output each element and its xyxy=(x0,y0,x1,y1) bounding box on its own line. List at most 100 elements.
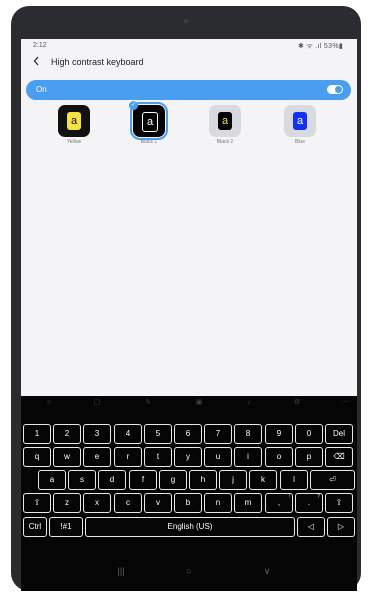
screen: 2:12 ✱ ᯤ .ıl 53%▮ High contrast keyboard… xyxy=(21,39,357,591)
settings-icon[interactable]: ⚙ xyxy=(291,398,303,408)
recents-button[interactable]: ||| xyxy=(111,564,131,578)
home-button[interactable]: ○ xyxy=(179,564,199,578)
key-sym10[interactable]: ⌫ xyxy=(325,447,353,467)
key-r[interactable]: r xyxy=(114,447,142,467)
key-sym3[interactable]: ◁ xyxy=(297,517,325,537)
key-d[interactable]: d xyxy=(98,470,126,490)
key-secondary-label: ? xyxy=(317,494,320,500)
key-9[interactable]: 9 xyxy=(265,424,293,444)
back-button[interactable] xyxy=(33,55,40,71)
key-j[interactable]: j xyxy=(219,470,247,490)
key-label: x xyxy=(95,498,99,507)
key-ctrl[interactable]: Ctrl xyxy=(23,517,47,537)
key-englishus[interactable]: English (US) xyxy=(85,517,295,537)
key-sym4[interactable]: ▷ xyxy=(327,517,355,537)
theme-preview-key: a xyxy=(67,112,81,130)
key-6[interactable]: 6 xyxy=(174,424,202,444)
key-8[interactable]: 8 xyxy=(234,424,262,444)
key-label: q xyxy=(34,452,40,461)
key-y[interactable]: y xyxy=(174,447,202,467)
key-f[interactable]: f xyxy=(129,470,157,490)
key-del[interactable]: Del xyxy=(325,424,353,444)
key-sym9[interactable]: ⏎ xyxy=(310,470,355,490)
key-label: !#1 xyxy=(60,522,72,531)
toggle-switch[interactable] xyxy=(327,85,343,94)
key-5[interactable]: 5 xyxy=(144,424,172,444)
key-e[interactable]: e xyxy=(83,447,111,467)
key-label: y xyxy=(186,452,190,461)
key-sym8[interactable]: ,! xyxy=(265,493,293,513)
key-label: ▷ xyxy=(337,522,345,531)
key-i[interactable]: i xyxy=(234,447,262,467)
key-p[interactable]: p xyxy=(295,447,323,467)
theme-preview-tile: a xyxy=(209,105,241,137)
key-4[interactable]: 4 xyxy=(114,424,142,444)
key-label: i xyxy=(247,452,249,461)
theme-option-yellow[interactable]: a Yellow xyxy=(51,105,97,145)
key-label: English (US) xyxy=(167,522,213,531)
page-title: High contrast keyboard xyxy=(51,57,144,67)
key-m[interactable]: m xyxy=(234,493,262,513)
key-label: ⌫ xyxy=(333,452,345,461)
key-x[interactable]: x xyxy=(83,493,111,513)
key-label: 8 xyxy=(245,429,251,438)
key-label: 3 xyxy=(94,429,100,438)
key-sym9[interactable]: .? xyxy=(295,493,323,513)
key-label: u xyxy=(215,452,221,461)
key-label: 9 xyxy=(276,429,282,438)
key-n[interactable]: n xyxy=(204,493,232,513)
high-contrast-toggle-row[interactable]: On xyxy=(26,80,351,100)
theme-option-label: Black 2 xyxy=(216,139,234,145)
key-c[interactable]: c xyxy=(114,493,142,513)
key-k[interactable]: k xyxy=(249,470,277,490)
key-label: h xyxy=(200,475,206,484)
key-label: j xyxy=(232,475,234,484)
theme-preview-key: a xyxy=(218,112,232,130)
key-0[interactable]: 0 xyxy=(295,424,323,444)
key-b[interactable]: b xyxy=(174,493,202,513)
theme-preview-tile: a xyxy=(284,105,316,137)
key-q[interactable]: q xyxy=(23,447,51,467)
key-label: d xyxy=(109,475,115,484)
key-label: 5 xyxy=(155,429,161,438)
clipboard-icon[interactable]: ▣ xyxy=(193,398,205,408)
app-bar: High contrast keyboard xyxy=(21,55,357,73)
key-1[interactable]: !#1 xyxy=(49,517,83,537)
theme-option-blue[interactable]: a Blue xyxy=(277,105,323,145)
theme-preview-key: a xyxy=(142,112,158,132)
key-3[interactable]: 3 xyxy=(83,424,111,444)
key-label: 4 xyxy=(125,429,131,438)
key-o[interactable]: o xyxy=(265,447,293,467)
key-u[interactable]: u xyxy=(204,447,232,467)
key-label: . xyxy=(307,498,311,507)
key-h[interactable]: h xyxy=(189,470,217,490)
key-s[interactable]: s xyxy=(68,470,96,490)
key-2[interactable]: 2 xyxy=(53,424,81,444)
emoji-icon[interactable]: ☺ xyxy=(43,398,55,408)
key-w[interactable]: w xyxy=(53,447,81,467)
key-7[interactable]: 7 xyxy=(204,424,232,444)
gif-icon[interactable]: ✎ xyxy=(142,398,154,408)
key-a[interactable]: a xyxy=(38,470,66,490)
key-t[interactable]: t xyxy=(144,447,172,467)
back-nav-button[interactable]: ∨ xyxy=(257,564,277,578)
navigation-bar: ||| ○ ∨ xyxy=(21,554,357,591)
key-l[interactable]: l xyxy=(280,470,308,490)
key-sym0[interactable]: ⇧ xyxy=(23,493,51,513)
keyboard: ☺ ▢ ✎ ▣ ♪ ⚙ ⋯ 1 2 3 4 5 6 7 8 9 0 Del q w e r t y u i o p ⌫ a s d f g h… xyxy=(21,396,357,554)
key-z[interactable]: z xyxy=(53,493,81,513)
mic-icon[interactable]: ♪ xyxy=(243,398,255,408)
theme-option-black-1[interactable]: a ✓ Black 1 xyxy=(126,101,172,145)
key-sym10[interactable]: ⇧ xyxy=(325,493,353,513)
key-1[interactable]: 1 xyxy=(23,424,51,444)
theme-option-label: Blue xyxy=(294,139,305,145)
key-g[interactable]: g xyxy=(159,470,187,490)
key-label: l xyxy=(293,475,295,484)
selected-check-icon: ✓ xyxy=(129,101,138,110)
sticker-icon[interactable]: ▢ xyxy=(91,398,103,408)
key-label: v xyxy=(156,498,160,507)
key-v[interactable]: v xyxy=(144,493,172,513)
key-label: g xyxy=(170,475,176,484)
more-icon[interactable]: ⋯ xyxy=(339,398,351,408)
theme-option-black-2[interactable]: a Black 2 xyxy=(202,105,248,145)
